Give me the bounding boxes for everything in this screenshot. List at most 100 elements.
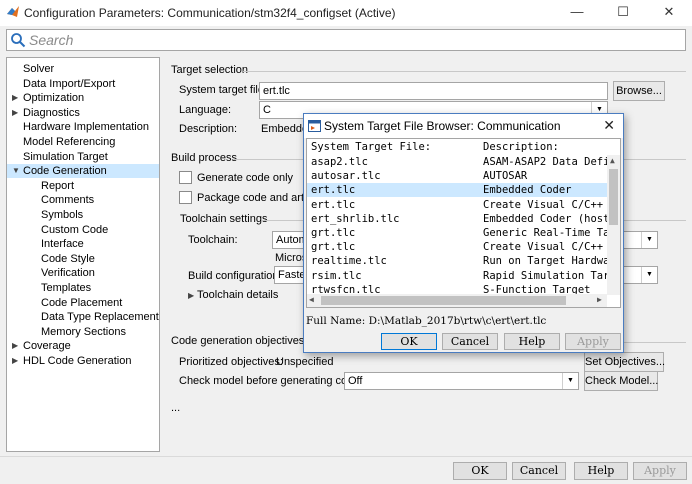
vertical-scrollbar[interactable]: ▲ [607,155,620,295]
tree-item[interactable]: Comments [7,193,159,207]
check-model-label: Check model before generating code: [179,375,363,387]
toolchain-label: Toolchain: [188,234,238,246]
help-button[interactable]: Help [574,462,628,480]
tree-item-label: Symbols [41,209,84,221]
minimize-button[interactable]: — [554,0,600,26]
tree-item-label: Comments [41,194,95,207]
list-item-file: ert.tlc [311,184,356,197]
list-item-file: autosar.tlc [311,170,381,183]
list-item-file: grt.tlc [311,241,356,254]
expand-arrow-icon[interactable]: ▶ [12,339,22,353]
tree-item-label: Code Style [41,252,95,265]
objectives-heading: Code generation objectives [171,335,305,347]
tree-item[interactable]: Symbols [7,208,159,222]
scroll-left-icon[interactable]: ◀ [309,295,314,304]
scroll-thumb[interactable] [609,169,618,225]
set-objectives-button[interactable]: Set Objectives... [584,352,665,372]
toolchain-details-label: Toolchain details [197,289,279,301]
dialog-apply-button[interactable]: Apply [565,333,621,350]
target-file-list[interactable]: System Target File: Description: asap2.t… [306,138,621,308]
list-item[interactable]: ert.tlc Embedded Coder [307,183,607,198]
list-item[interactable]: rsim.tlc Rapid Simulation Tar [307,269,609,283]
divider [243,71,686,72]
list-item[interactable]: autosar.tlc AUTOSAR [307,169,607,183]
tree-item[interactable]: Data Import/Export [7,77,159,91]
tree-item[interactable]: Simulation Target [7,150,159,164]
list-item-file: grt.tlc [311,227,356,239]
list-item[interactable]: ert_shrlib.tlc Embedded Coder (host [307,212,609,226]
dialog-ok-button[interactable]: OK [381,333,437,350]
horizontal-scrollbar[interactable]: ◀ ▶ [307,294,607,307]
search-input[interactable]: Search [6,29,686,51]
dialog-help-button[interactable]: Help [504,333,560,350]
more-ellipsis: ... [171,402,181,414]
check-model-button[interactable]: Check Model... [584,371,658,391]
tree-item-label: Custom Code [41,223,109,236]
tree-item-label: Data Import/Export [23,77,116,90]
tree-item[interactable]: ▶ Coverage [7,339,159,353]
target-file-browser-dialog: System Target File Browser: Communicatio… [303,113,624,353]
tree-item[interactable]: Code Placement [7,296,159,310]
dialog-cancel-button[interactable]: Cancel [442,333,498,350]
matlab-icon [7,6,19,17]
build-config-value: Faste [278,269,306,281]
expand-arrow-icon[interactable]: ▶ [12,354,22,368]
list-item-description: Rapid Simulation Tar [483,269,609,282]
tree-item[interactable]: Report [7,179,159,193]
close-button[interactable]: ✕ [646,0,692,26]
tree-item[interactable]: ▼ Code Generation [7,164,159,179]
tree-item[interactable]: Interface [7,237,159,251]
tree-item[interactable]: Data Type Replacement [7,310,159,324]
tree-item-label: Optimization [23,92,85,105]
tree-item-label: Code Generation [23,165,107,178]
list-item-file: ert.tlc [311,198,356,211]
simulink-icon [308,120,321,132]
tree-item[interactable]: Hardware Implementation [7,120,159,134]
collapse-arrow-icon[interactable]: ▼ [12,164,22,178]
tree-item-label: HDL Code Generation [23,355,132,367]
category-tree[interactable]: Solver Data Import/Export ▶ Optimization ▶ Di… [6,57,160,452]
expand-arrow-icon[interactable]: ▶ [12,91,22,105]
scroll-thumb[interactable] [321,296,566,305]
dialog-close-button[interactable]: ✕ [603,117,615,134]
tree-item[interactable]: ▶ Diagnostics [7,106,159,120]
tree-item[interactable]: ▶ Optimization [7,91,159,105]
tree-item[interactable]: Model Referencing [7,135,159,149]
target-selection-heading: Target selection [171,64,249,76]
browse-button[interactable]: Browse... [613,81,665,101]
tree-item[interactable]: Templates [7,281,159,295]
list-item[interactable]: ert.tlc Create Visual C/C++ [307,198,607,212]
list-item[interactable]: grt.tlc Generic Real-Time Ta [307,226,609,240]
system-target-field[interactable]: ert.tlc [259,82,608,100]
window-title: Configuration Parameters: Communication/… [24,6,396,20]
ok-button[interactable]: OK [453,462,507,480]
cancel-button[interactable]: Cancel [512,462,566,480]
maximize-button[interactable]: ☐ [600,0,646,26]
list-item[interactable]: realtime.tlc Run on Target Hardwa [307,254,609,268]
apply-button[interactable]: Apply [633,462,687,480]
scroll-up-icon[interactable]: ▲ [610,156,615,165]
list-item[interactable]: grt.tlc Create Visual C/C++ [307,240,607,254]
language-value: C [263,104,271,116]
package-code-checkbox[interactable] [179,191,192,204]
tree-item-label: Memory Sections [41,325,126,338]
scroll-right-icon[interactable]: ▶ [597,295,602,304]
expand-arrow-icon[interactable]: ▶ [12,106,22,120]
list-item[interactable]: asap2.tlc ASAM-ASAP2 Data Defi [307,155,609,169]
dropdown-arrow-icon: ▼ [641,232,657,248]
check-model-select[interactable]: Off ▼ [344,372,579,390]
tree-item[interactable]: ▶ HDL Code Generation [7,354,159,368]
tree-item[interactable]: Custom Code [7,223,159,237]
toolchain-details-toggle[interactable]: ▶ Toolchain details [188,289,278,301]
prioritized-label: Prioritized objectives: [179,356,283,368]
tree-item-label: Simulation Target [23,150,108,163]
tree-item[interactable]: Code Style [7,252,159,266]
dialog-title-bar: System Target File Browser: Communicatio… [304,114,623,138]
expand-arrow-icon: ▶ [188,291,195,300]
search-icon [11,33,26,48]
check-model-value: Off [348,375,363,387]
tree-item[interactable]: Solver [7,62,159,76]
generate-code-only-checkbox[interactable] [179,171,192,184]
tree-item[interactable]: Verification [7,266,159,280]
tree-item[interactable]: Memory Sections [7,325,159,339]
